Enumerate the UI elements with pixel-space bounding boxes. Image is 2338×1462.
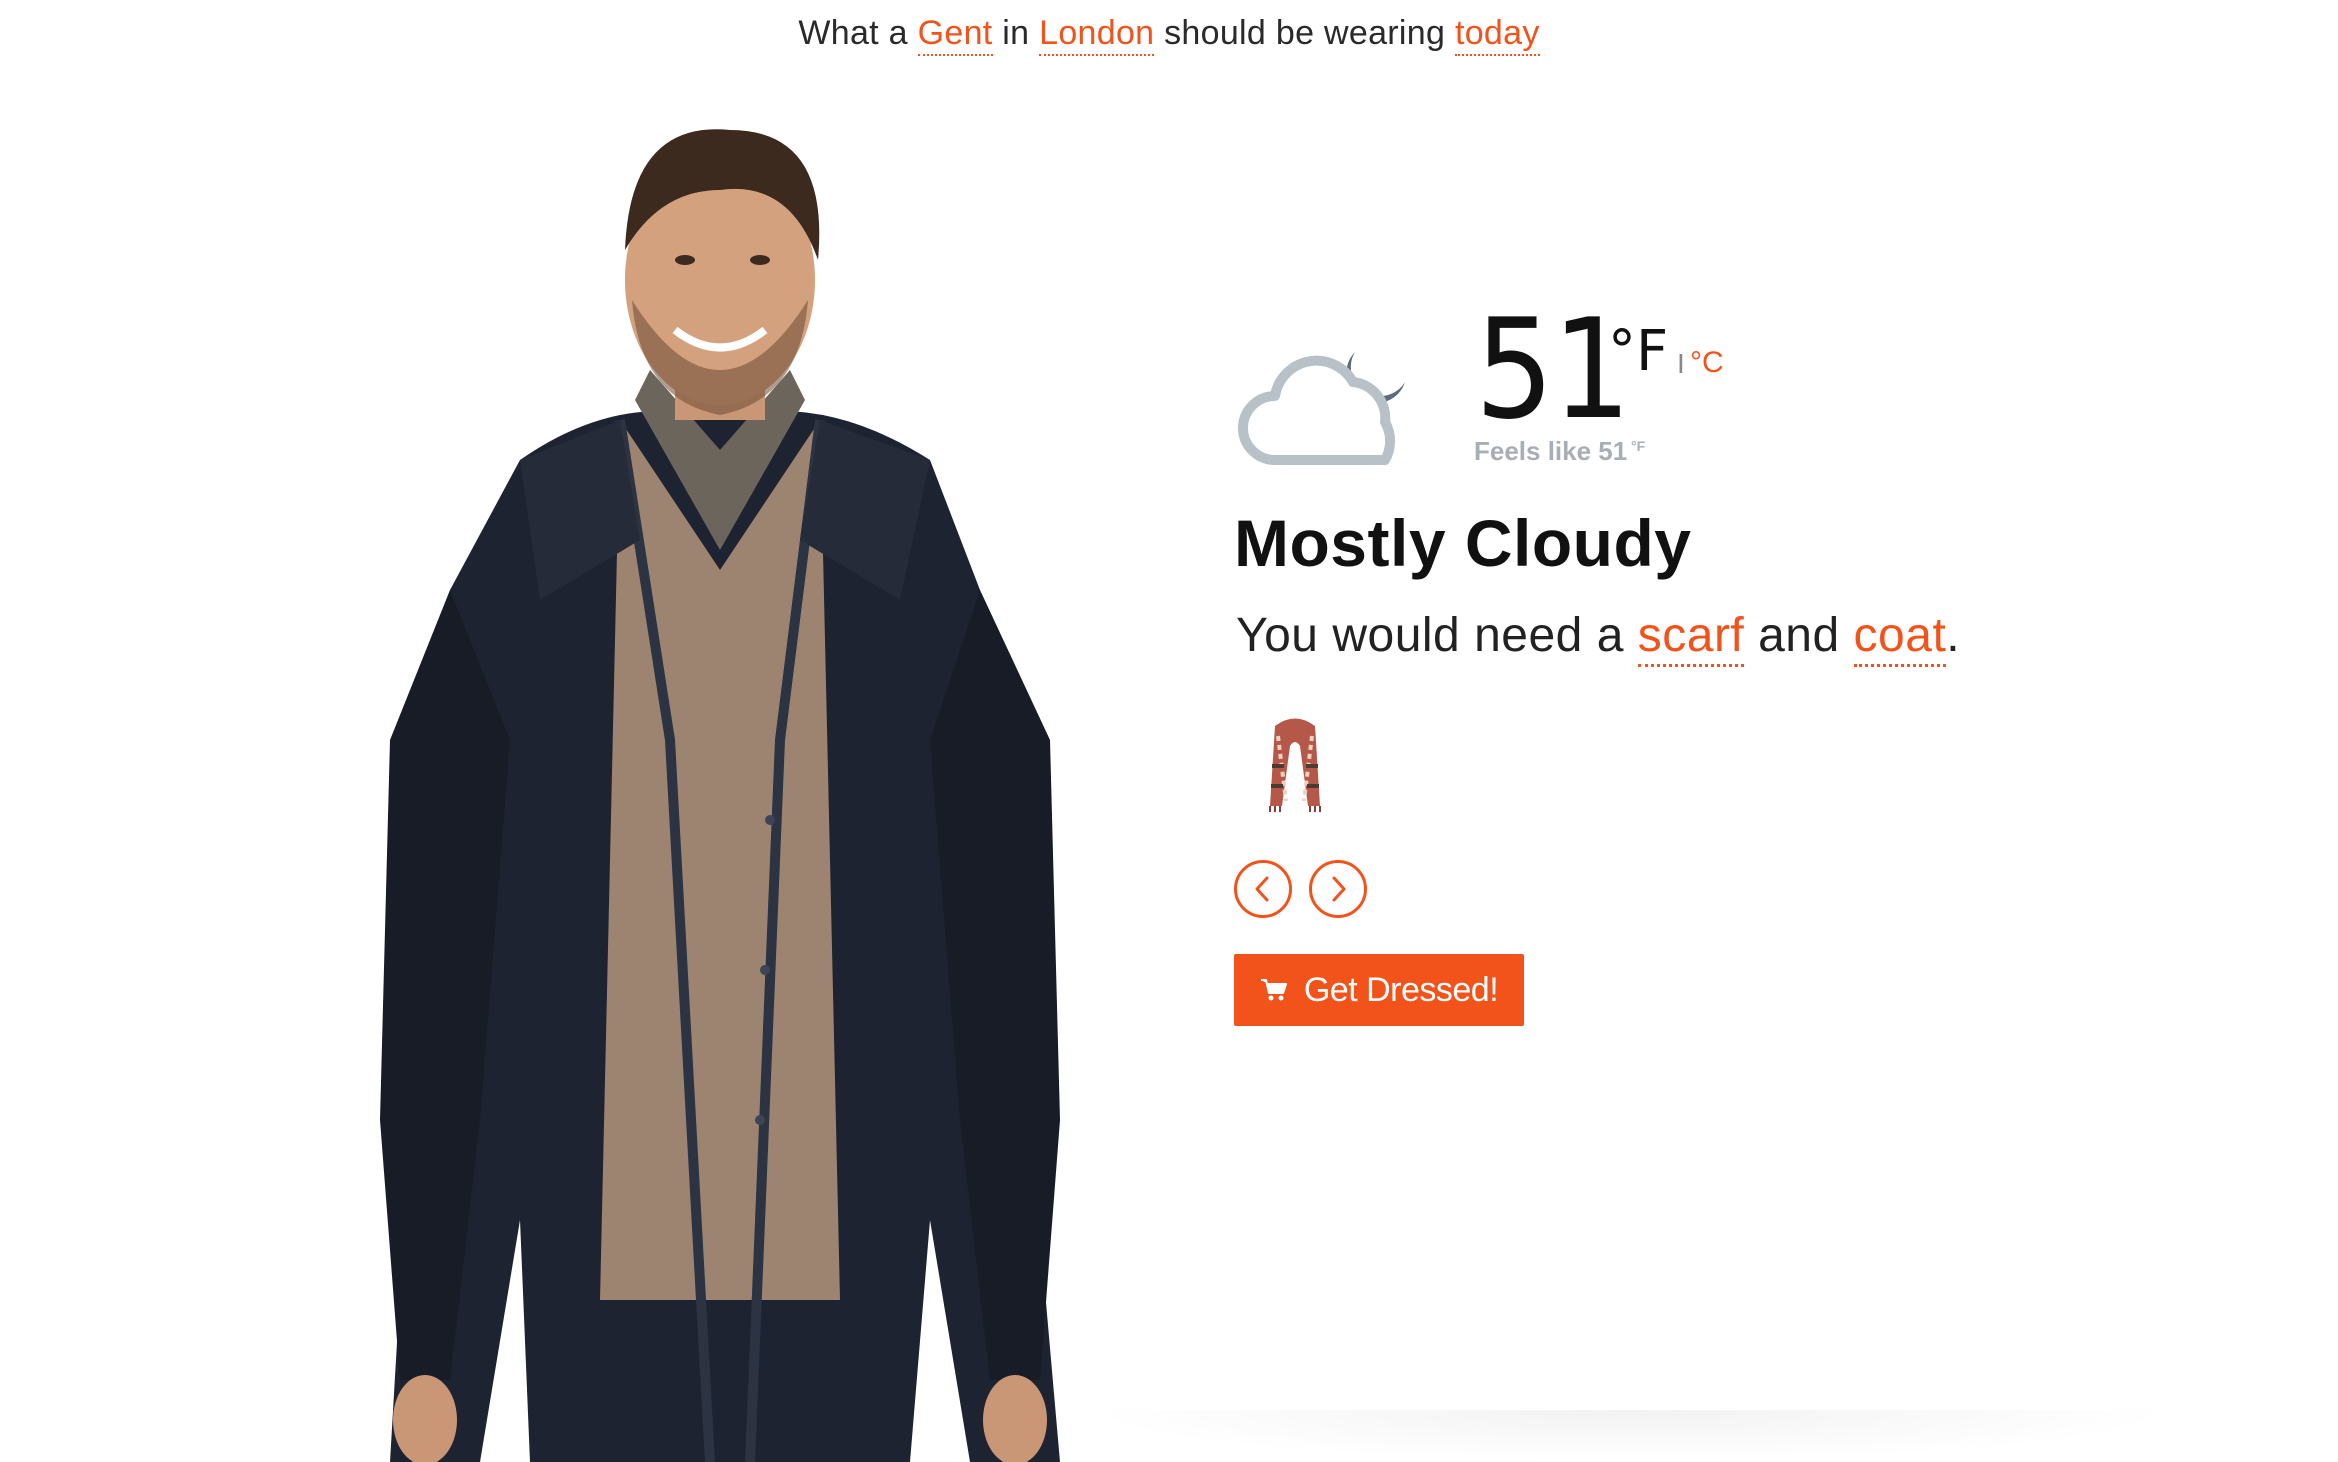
feels-like-text: Feels like 51 (1474, 436, 1628, 466)
advice-prefix: You would need a (1236, 609, 1624, 662)
cart-icon (1260, 977, 1288, 1003)
scarf-link[interactable]: scarf (1637, 609, 1745, 667)
day-selector-link[interactable]: today (1454, 14, 1540, 56)
floor-shadow (1080, 1410, 2180, 1462)
unit-separator: I (1677, 348, 1685, 379)
header-prefix: What a (798, 14, 908, 52)
chevron-right-icon (1332, 876, 1346, 902)
temperature-value: 51 (1475, 289, 1631, 450)
advice-and: and (1758, 609, 1840, 662)
header-in: in (1002, 14, 1030, 52)
header-middle: should be wearing (1164, 14, 1446, 52)
city-selector-link[interactable]: London (1039, 14, 1155, 56)
feels-like-unit: °F (1631, 438, 1646, 454)
page: What a Gent in London should be wearing … (0, 0, 2338, 1462)
get-dressed-button[interactable]: Get Dressed! (1234, 954, 1524, 1026)
person-selector-link[interactable]: Gent (917, 14, 993, 56)
scarf-thumbnail[interactable] (1240, 706, 1350, 816)
next-item-button[interactable] (1309, 860, 1367, 918)
clothing-advice: You would need a scarf and coat. (1236, 608, 1961, 667)
model-image (380, 129, 1060, 1462)
chevron-left-icon (1255, 876, 1269, 902)
header-sentence: What a Gent in London should be wearing … (0, 8, 2338, 58)
previous-item-button[interactable] (1234, 860, 1292, 918)
partly-cloudy-night-icon (1238, 352, 1405, 465)
unit-fahrenheit[interactable]: °F (1608, 322, 1668, 382)
unit-celsius-toggle[interactable]: °C (1690, 346, 1724, 380)
get-dressed-label: Get Dressed! (1303, 970, 1499, 1009)
weather-condition: Mostly Cloudy (1234, 506, 1692, 580)
coat-link[interactable]: coat (1853, 609, 1947, 667)
advice-suffix: . (1946, 609, 1961, 662)
